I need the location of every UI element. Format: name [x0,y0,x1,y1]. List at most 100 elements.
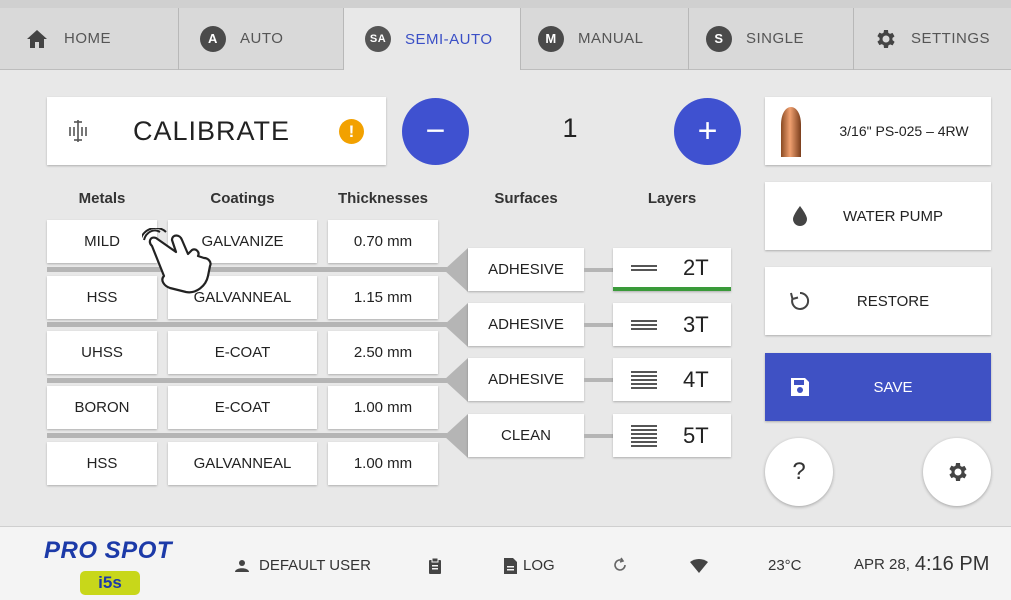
layer-2t-button[interactable]: 2T [613,248,731,291]
document-icon [504,557,517,574]
thickness-cell[interactable]: 1.00 mm [328,386,438,429]
joint-arrow [444,303,468,347]
temperature-readout: 23°C [768,557,802,574]
calibrate-icon [67,119,89,143]
log-button[interactable]: LOG [504,557,555,574]
metal-cell[interactable]: HSS [47,276,157,319]
thickness-cell[interactable]: 1.15 mm [328,276,438,319]
tab-semi-auto[interactable]: SA SEMI-AUTO [343,8,520,70]
touch-hand-icon [139,226,232,303]
joint-arrow [444,358,468,402]
coating-cell[interactable]: E-COAT [168,331,317,374]
clipboard-icon[interactable] [428,557,442,575]
tab-bar-top-strip [0,0,1011,8]
column-header-surfaces: Surfaces [494,190,558,207]
user-icon [235,559,249,572]
surface-cell[interactable]: ADHESIVE [468,248,584,291]
time-label: 4:16 PM [914,553,990,575]
column-header-layers: Layers [647,190,697,207]
surface-connector [584,434,614,438]
user-indicator[interactable]: DEFAULT USER [235,557,371,574]
help-label: ? [792,458,806,485]
electrode-tip-button[interactable]: 3/16" PS-025 – 4RW [765,97,991,165]
joint-divider [47,378,447,383]
water-drop-icon [765,206,835,226]
surface-connector [584,378,614,382]
surface-cell[interactable]: CLEAN [468,414,584,457]
save-icon [765,377,835,397]
water-pump-button[interactable]: WATER PUMP [765,182,991,250]
coating-cell[interactable]: E-COAT [168,386,317,429]
calibrate-label: CALIBRATE [133,115,291,146]
thickness-cell[interactable]: 1.00 mm [328,442,438,485]
i5s-logo: i5s [80,571,140,595]
restore-label: RESTORE [856,292,930,310]
tab-auto-label: AUTO [240,30,284,47]
electrode-tip-icon [765,105,817,157]
semi-auto-icon: SA [365,26,391,52]
metal-cell[interactable]: HSS [47,442,157,485]
date-label: APR 28, [854,556,910,573]
coating-cell[interactable]: GALVANNEAL [168,442,317,485]
tab-single-label: SINGLE [746,30,805,47]
log-label: LOG [523,557,555,574]
surface-connector [584,323,614,327]
layer-label: 3T [683,311,709,337]
tab-home[interactable]: HOME [0,8,178,70]
warning-icon: ! [339,119,364,144]
water-pump-label: WATER PUMP [843,207,943,225]
gear-icon [945,460,969,484]
increment-button[interactable]: + [674,98,741,165]
column-header-thicknesses: Thicknesses [337,190,429,207]
tab-auto[interactable]: A AUTO [178,8,343,70]
restore-button[interactable]: RESTORE [765,267,991,335]
layer-label: 4T [683,366,709,392]
settings-button[interactable] [923,438,991,506]
help-button[interactable]: ? [765,438,833,506]
tab-single[interactable]: S SINGLE [688,8,853,70]
layers-icon [631,319,657,330]
surface-cell[interactable]: ADHESIVE [468,358,584,401]
joint-divider [47,267,447,272]
layer-5t-button[interactable]: 5T [613,414,731,457]
decrement-button[interactable]: − [402,98,469,165]
datetime-readout: APR 28, 4:16 PM [854,553,989,576]
layers-icon [631,424,657,447]
save-button[interactable]: SAVE [765,353,991,421]
tab-bar: HOME A AUTO SA SEMI-AUTO M MANUAL S SING… [0,0,1011,70]
metal-cell[interactable]: BORON [47,386,157,429]
metal-cell[interactable]: MILD [47,220,157,263]
joint-arrow [444,414,468,458]
layer-3t-button[interactable]: 3T [613,303,731,346]
layer-label: 5T [683,422,709,448]
home-icon [26,29,48,49]
manual-icon: M [538,25,564,52]
pro-spot-logo: PRO SPOT [44,537,173,564]
surface-cell[interactable]: ADHESIVE [468,303,584,346]
tab-manual[interactable]: M MANUAL [520,8,688,70]
layer-4t-button[interactable]: 4T [613,358,731,401]
sync-icon[interactable] [612,557,628,573]
wifi-icon[interactable] [690,559,708,573]
calibrate-button[interactable]: CALIBRATE ! [47,97,386,165]
save-label: SAVE [873,378,913,396]
thickness-cell[interactable]: 2.50 mm [328,331,438,374]
tab-settings[interactable]: SETTINGS [853,8,1011,70]
stepper-value: 1 [562,113,578,143]
column-header-coatings: Coatings [210,190,275,207]
layers-icon [631,264,657,271]
gear-icon [873,27,897,51]
tab-manual-label: MANUAL [578,30,644,47]
tab-home-label: HOME [64,30,111,47]
auto-icon: A [200,25,226,52]
joint-divider [47,433,447,438]
tab-semi-auto-label: SEMI-AUTO [405,30,493,48]
user-label: DEFAULT USER [259,557,371,574]
single-icon: S [706,25,732,52]
thickness-cell[interactable]: 0.70 mm [328,220,438,263]
layer-label: 2T [683,254,709,280]
status-bar: PRO SPOT i5s DEFAULT USER LOG 23°C APR 2… [0,526,1011,600]
metal-cell[interactable]: UHSS [47,331,157,374]
tab-settings-label: SETTINGS [911,30,991,47]
restore-icon [765,290,835,312]
